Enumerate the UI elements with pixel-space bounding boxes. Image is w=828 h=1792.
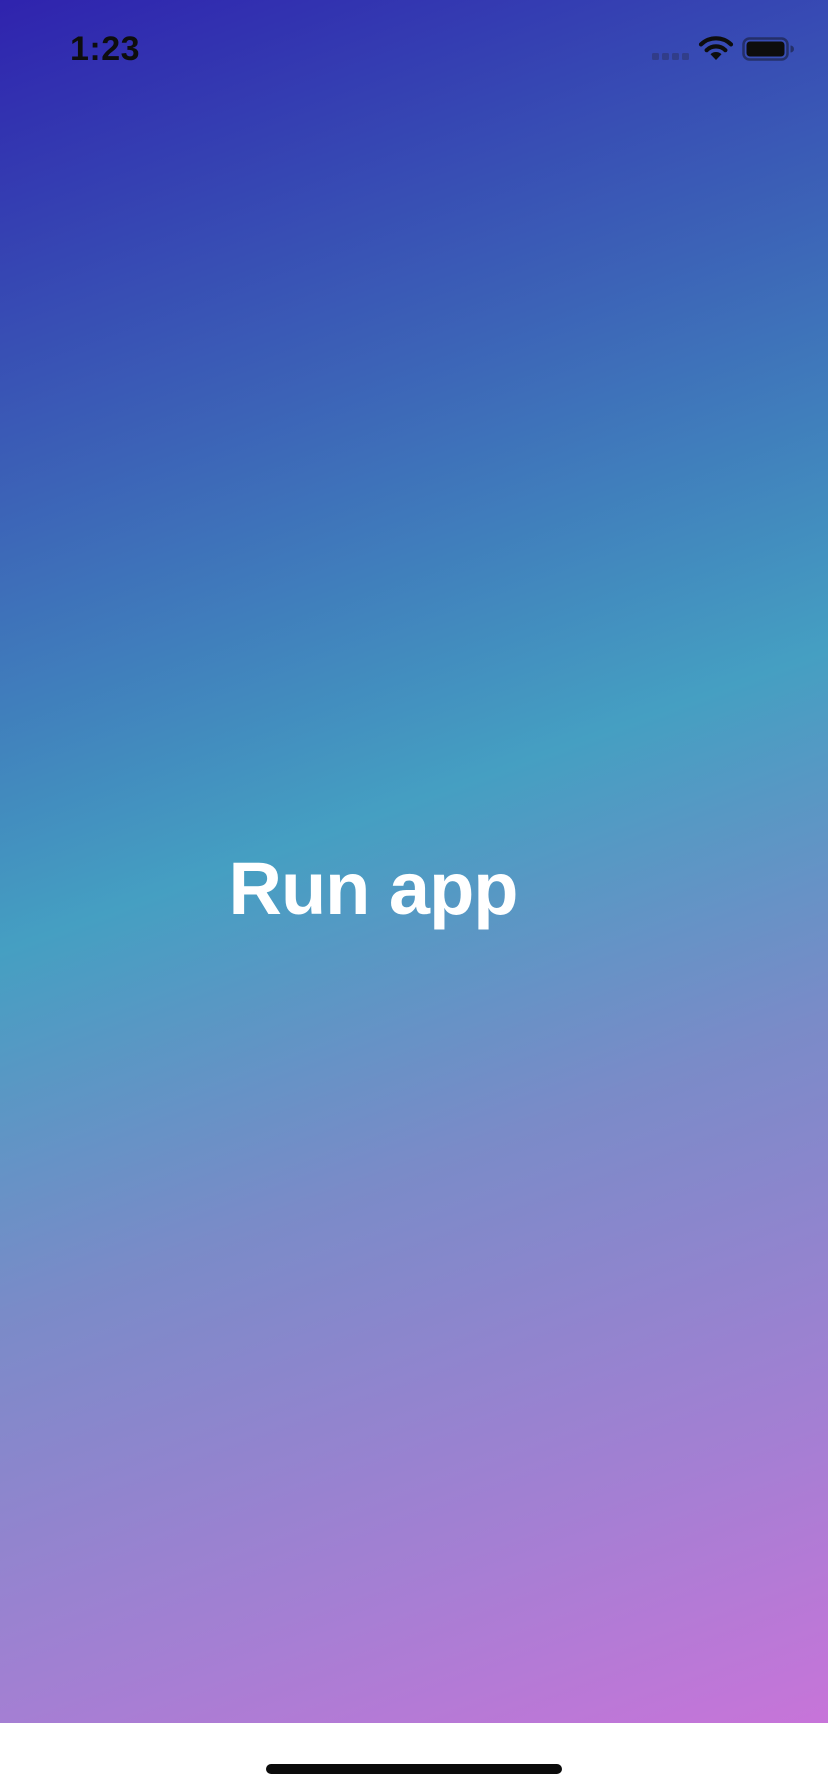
battery-full-icon <box>742 37 794 61</box>
wifi-icon <box>698 36 734 60</box>
cellular-signal-icon <box>652 53 692 61</box>
app-screen: 1:23 Run app <box>0 0 828 1792</box>
status-time: 1:23 <box>70 30 141 68</box>
run-app-label[interactable]: Run app <box>0 846 746 931</box>
status-bar: 1:23 <box>0 0 828 100</box>
home-indicator[interactable] <box>266 1764 562 1774</box>
